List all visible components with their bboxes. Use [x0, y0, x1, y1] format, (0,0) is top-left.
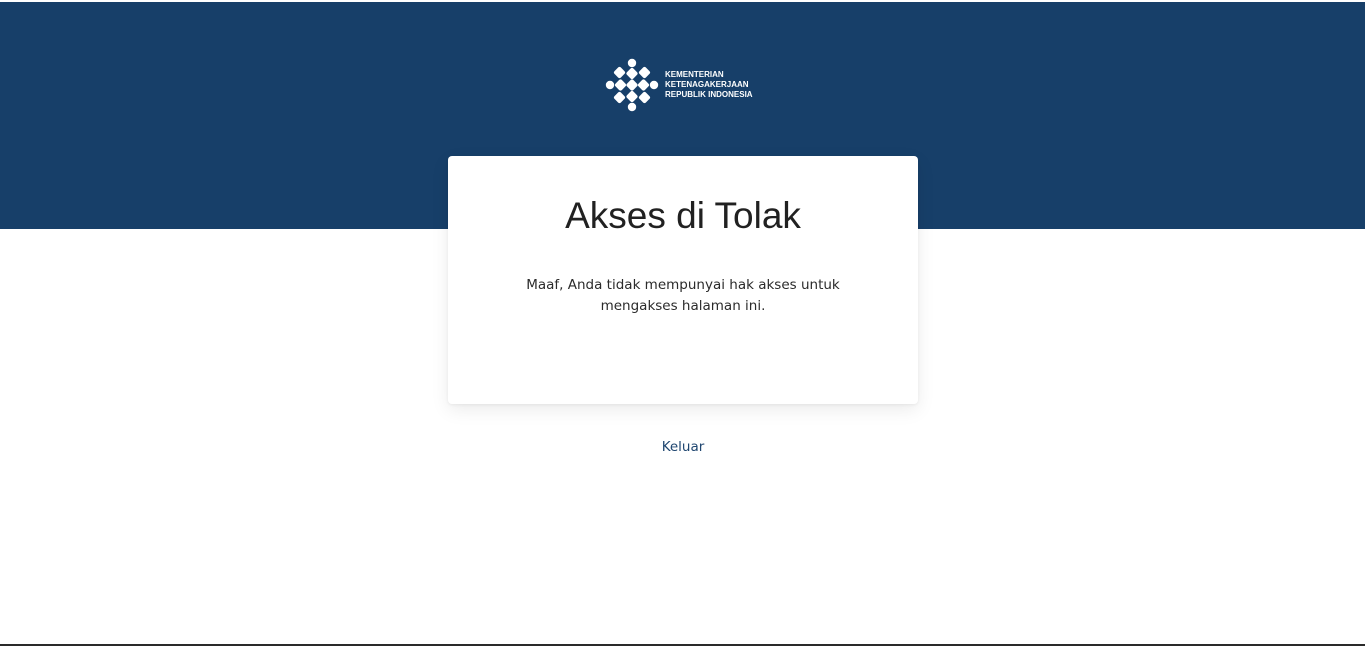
logo-line-3: REPUBLIK INDONESIA	[665, 90, 753, 99]
ministry-logo: KEMENTERIAN KETENAGAKERJAAN REPUBLIK IND…	[605, 58, 765, 112]
logo-line-1: KEMENTERIAN	[665, 70, 724, 79]
page-title: Akses di Tolak	[565, 195, 801, 236]
logout-link[interactable]: Keluar	[583, 438, 783, 456]
logo-line-2: KETENAGAKERJAAN	[665, 80, 749, 89]
kemnaker-emblem-icon	[605, 58, 659, 112]
access-denied-card: Akses di Tolak Maaf, Anda tidak mempunya…	[448, 156, 918, 404]
logo-wordmark: KEMENTERIAN KETENAGAKERJAAN REPUBLIK IND…	[665, 58, 753, 112]
access-denied-message: Maaf, Anda tidak mempunyai hak akses unt…	[526, 277, 840, 314]
